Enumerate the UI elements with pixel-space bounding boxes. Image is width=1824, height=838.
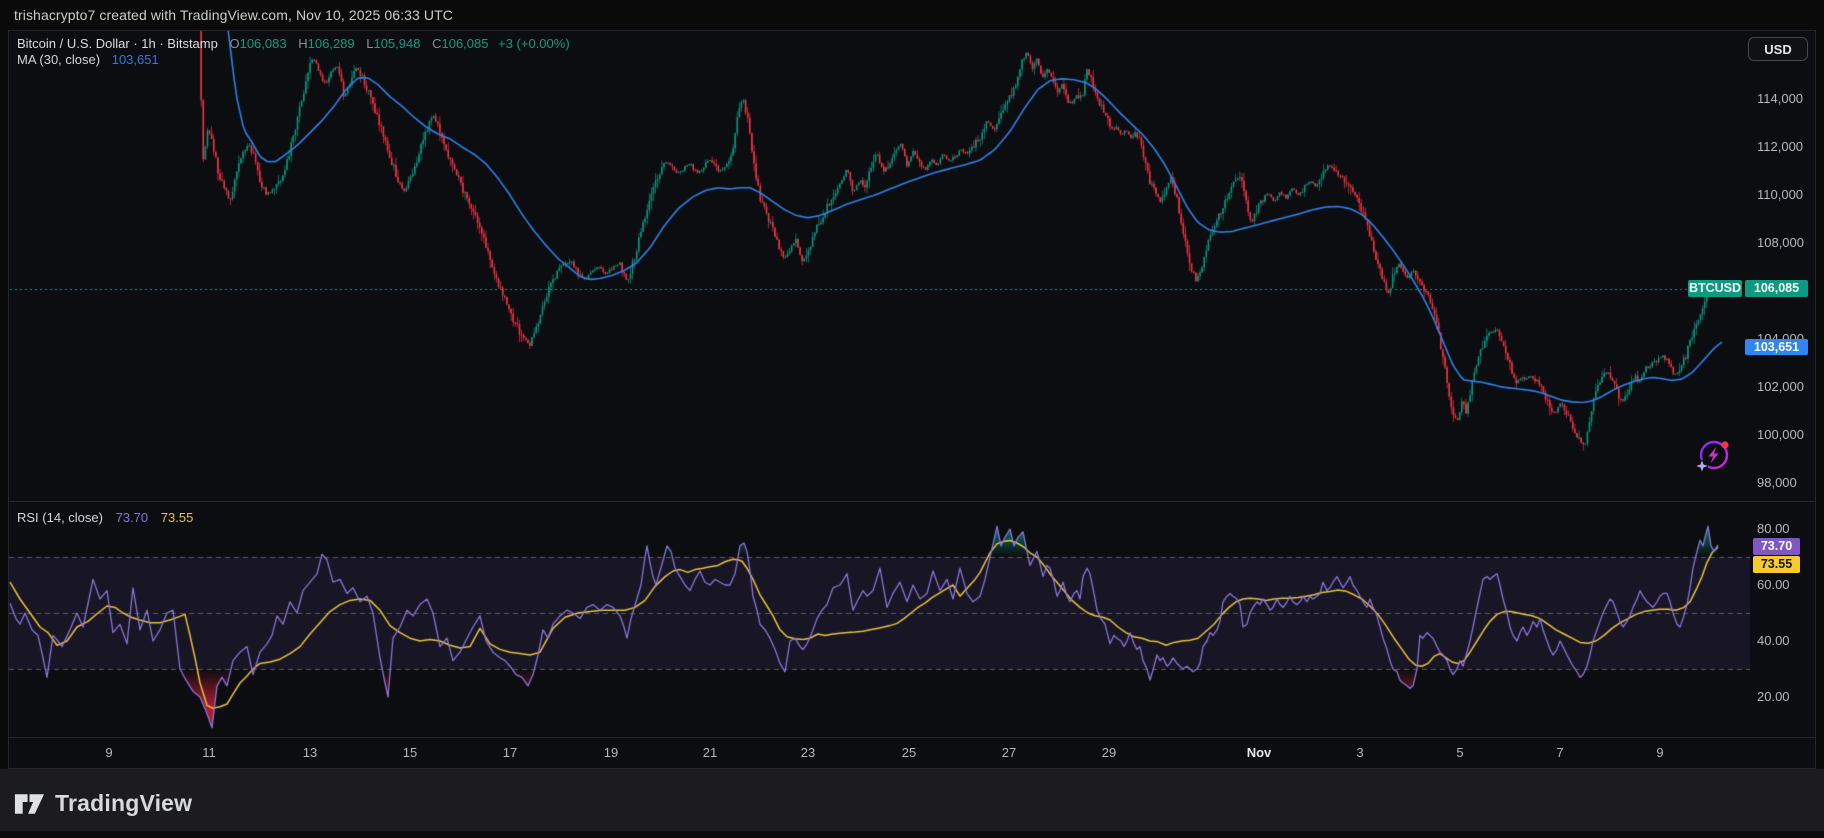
rsi-chart-canvas[interactable] xyxy=(9,501,1750,737)
price-chart-canvas[interactable] xyxy=(9,31,1750,501)
price-tick-label: 100,000 xyxy=(1757,427,1804,442)
price-tick-label: 114,000 xyxy=(1757,91,1803,106)
rsi-tick-label: 40.00 xyxy=(1757,633,1790,648)
time-tick-label: 19 xyxy=(604,745,618,760)
footer-bar: TradingView xyxy=(0,769,1824,838)
ma-value-badge: 103,651 xyxy=(1745,339,1808,355)
time-tick-label: 29 xyxy=(1102,745,1116,760)
rsi-ma-value: 73.55 xyxy=(161,510,194,525)
time-tick-label: 9 xyxy=(105,745,112,760)
tradingview-logo[interactable]: TradingView xyxy=(13,790,192,817)
price-tick-label: 102,000 xyxy=(1757,379,1804,394)
rsi-ma-value-badge: 73.55 xyxy=(1753,556,1800,573)
symbol-title: Bitcoin / U.S. Dollar · 1h · Bitstamp xyxy=(17,36,218,51)
tradingview-logo-icon xyxy=(13,791,46,817)
flash-ai-button[interactable] xyxy=(1694,436,1732,474)
time-axis[interactable]: 9 11 13 15 17 19 21 23 25 27 29 Nov 3 5 7 9 xyxy=(9,738,1815,768)
lightning-bolt-icon xyxy=(1709,447,1719,464)
chart-widget: Bitcoin / U.S. Dollar · 1h · Bitstamp O1… xyxy=(8,30,1816,769)
time-tick-label: 5 xyxy=(1456,745,1463,760)
last-price-symbol-badge: BTCUSD xyxy=(1688,280,1742,297)
price-tick-label: 108,000 xyxy=(1757,235,1804,250)
time-tick-label: Nov xyxy=(1247,745,1272,760)
time-tick-label: 17 xyxy=(503,745,517,760)
rsi-value-badge: 73.70 xyxy=(1753,538,1800,555)
time-tick-label: 21 xyxy=(703,745,717,760)
symbol-legend-row[interactable]: Bitcoin / U.S. Dollar · 1h · Bitstamp O1… xyxy=(17,36,570,52)
last-price-badge: 106,085 xyxy=(1745,280,1808,297)
change-value: +3 (+0.00%) xyxy=(498,36,570,51)
price-tick-label: 98,000 xyxy=(1757,475,1797,490)
high-value: 106,289 xyxy=(308,36,355,51)
price-tick-label: 110,000 xyxy=(1757,187,1803,202)
time-tick-label: 7 xyxy=(1556,745,1563,760)
time-tick-label: 27 xyxy=(1002,745,1016,760)
rsi-tick-label: 20.00 xyxy=(1757,689,1790,704)
price-pane-legend: Bitcoin / U.S. Dollar · 1h · Bitstamp O1… xyxy=(17,36,570,68)
tradingview-wordmark: TradingView xyxy=(55,790,192,817)
notification-dot xyxy=(1721,441,1728,448)
close-value: 106,085 xyxy=(441,36,488,51)
rsi-tick-label: 80.00 xyxy=(1757,521,1790,536)
open-label: O xyxy=(229,36,239,51)
currency-toggle-button[interactable]: USD xyxy=(1748,37,1808,61)
time-axis-separator xyxy=(9,737,1815,738)
low-value: 105,948 xyxy=(373,36,420,51)
time-tick-label: 9 xyxy=(1656,745,1663,760)
rsi-value: 73.70 xyxy=(116,510,149,525)
time-tick-label: 23 xyxy=(801,745,815,760)
ma-legend-row[interactable]: MA (30, close) 103,651 xyxy=(17,52,570,68)
rsi-indicator-title: RSI (14, close) xyxy=(17,510,103,525)
high-label: H xyxy=(298,36,307,51)
time-tick-label: 15 xyxy=(403,745,417,760)
time-tick-label: 3 xyxy=(1356,745,1363,760)
time-tick-label: 11 xyxy=(202,745,216,760)
ma-indicator-value: 103,651 xyxy=(112,52,159,67)
price-tick-label: 112,000 xyxy=(1757,139,1803,154)
attribution-text: trishacrypto7 created with TradingView.c… xyxy=(14,7,453,23)
rsi-legend-row[interactable]: RSI (14, close) 73.70 73.55 xyxy=(17,510,193,526)
rsi-tick-label: 60.00 xyxy=(1757,577,1790,592)
open-value: 106,083 xyxy=(240,36,287,51)
time-tick-label: 13 xyxy=(303,745,317,760)
rsi-pane-legend: RSI (14, close) 73.70 73.55 xyxy=(17,510,193,526)
attribution-bar: trishacrypto7 created with TradingView.c… xyxy=(0,0,1824,30)
time-tick-label: 25 xyxy=(902,745,916,760)
pane-separator[interactable] xyxy=(9,501,1815,502)
bottom-strip xyxy=(0,831,1824,838)
ma-indicator-title: MA (30, close) xyxy=(17,52,100,67)
